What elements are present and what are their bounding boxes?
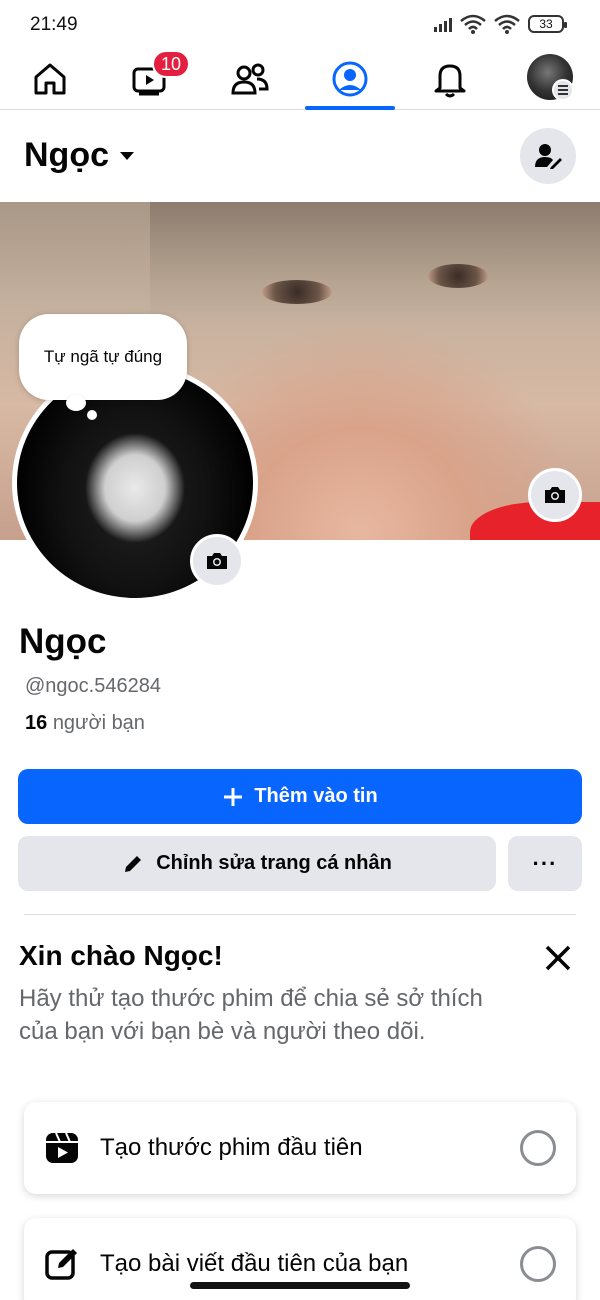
task-create-reel[interactable]: Tạo thước phim đầu tiên <box>24 1102 576 1194</box>
nav-profile[interactable] <box>325 54 375 104</box>
plus-icon <box>224 787 243 806</box>
camera-icon <box>207 553 227 569</box>
task-radio[interactable] <box>520 1130 556 1166</box>
status-time: 21:49 <box>30 14 78 35</box>
cover-hair-shape <box>150 202 600 322</box>
note-text: Tự ngã tự đúng <box>43 347 163 366</box>
menu-icon <box>552 79 574 101</box>
nav-friends[interactable] <box>225 54 275 104</box>
video-badge: 10 <box>152 50 190 78</box>
cover-eye-left <box>262 280 332 304</box>
note-tail-large <box>66 395 86 411</box>
task-label: Tạo thước phim đầu tiên <box>100 1134 363 1161</box>
profile-switcher[interactable]: Ngọc <box>24 136 135 175</box>
username: @ngoc.546284 <box>25 675 161 697</box>
edit-profile-button[interactable]: Chỉnh sửa trang cá nhân <box>18 836 496 891</box>
add-to-story-button[interactable]: Thêm vào tin <box>18 769 582 824</box>
friend-count: 16 <box>25 712 48 734</box>
home-indicator <box>190 1282 410 1289</box>
greeting-title: Xin chào Ngọc! <box>19 940 223 971</box>
profile-settings-button[interactable] <box>520 128 576 184</box>
reel-icon <box>46 1132 78 1163</box>
cover-eye-right <box>428 264 488 288</box>
display-name: Ngọc <box>19 622 107 661</box>
bell-icon <box>434 64 466 98</box>
signal-icon <box>434 16 452 32</box>
nav-home[interactable] <box>25 54 75 104</box>
user-edit-icon <box>535 144 562 169</box>
divider <box>24 914 576 915</box>
header-name: Ngọc <box>24 136 109 174</box>
wifi-icon <box>494 14 520 34</box>
close-icon <box>545 945 571 971</box>
battery-indicator: 33 <box>528 15 567 33</box>
nav-notifications[interactable] <box>425 54 475 104</box>
chevron-down-icon <box>120 151 134 160</box>
home-icon <box>34 63 66 95</box>
status-bar: 21:49 33 <box>0 0 600 48</box>
edit-cover-button[interactable] <box>528 468 582 522</box>
friend-label: người bạn <box>52 712 145 734</box>
top-nav: 10 <box>0 48 600 110</box>
greeting-body: Hãy thử tạo thước phim để chia sẻ sở thí… <box>19 985 483 1045</box>
status-icons: 33 <box>434 14 567 34</box>
close-greeting-button[interactable] <box>538 938 578 978</box>
camera-icon <box>545 487 565 503</box>
profile-note[interactable]: Tự ngã tự đúng <box>19 314 187 400</box>
task-label: Tạo bài viết đầu tiên của bạn <box>100 1250 409 1277</box>
more-icon: ··· <box>532 850 558 876</box>
more-options-button[interactable]: ··· <box>508 836 582 891</box>
friends-icon <box>231 63 269 95</box>
edit-profile-picture-button[interactable] <box>190 534 244 588</box>
edit-profile-label: Chỉnh sửa trang cá nhân <box>156 852 392 874</box>
add-to-story-label: Thêm vào tin <box>254 785 378 807</box>
active-tab-indicator <box>305 106 395 110</box>
pencil-icon <box>125 855 142 872</box>
wifi-icon <box>460 14 486 34</box>
friend-count-link[interactable]: 16 người bạn <box>25 712 145 735</box>
profile-icon <box>332 61 368 97</box>
compose-icon <box>45 1249 77 1280</box>
task-radio[interactable] <box>520 1246 556 1282</box>
note-tail-small <box>87 410 97 420</box>
